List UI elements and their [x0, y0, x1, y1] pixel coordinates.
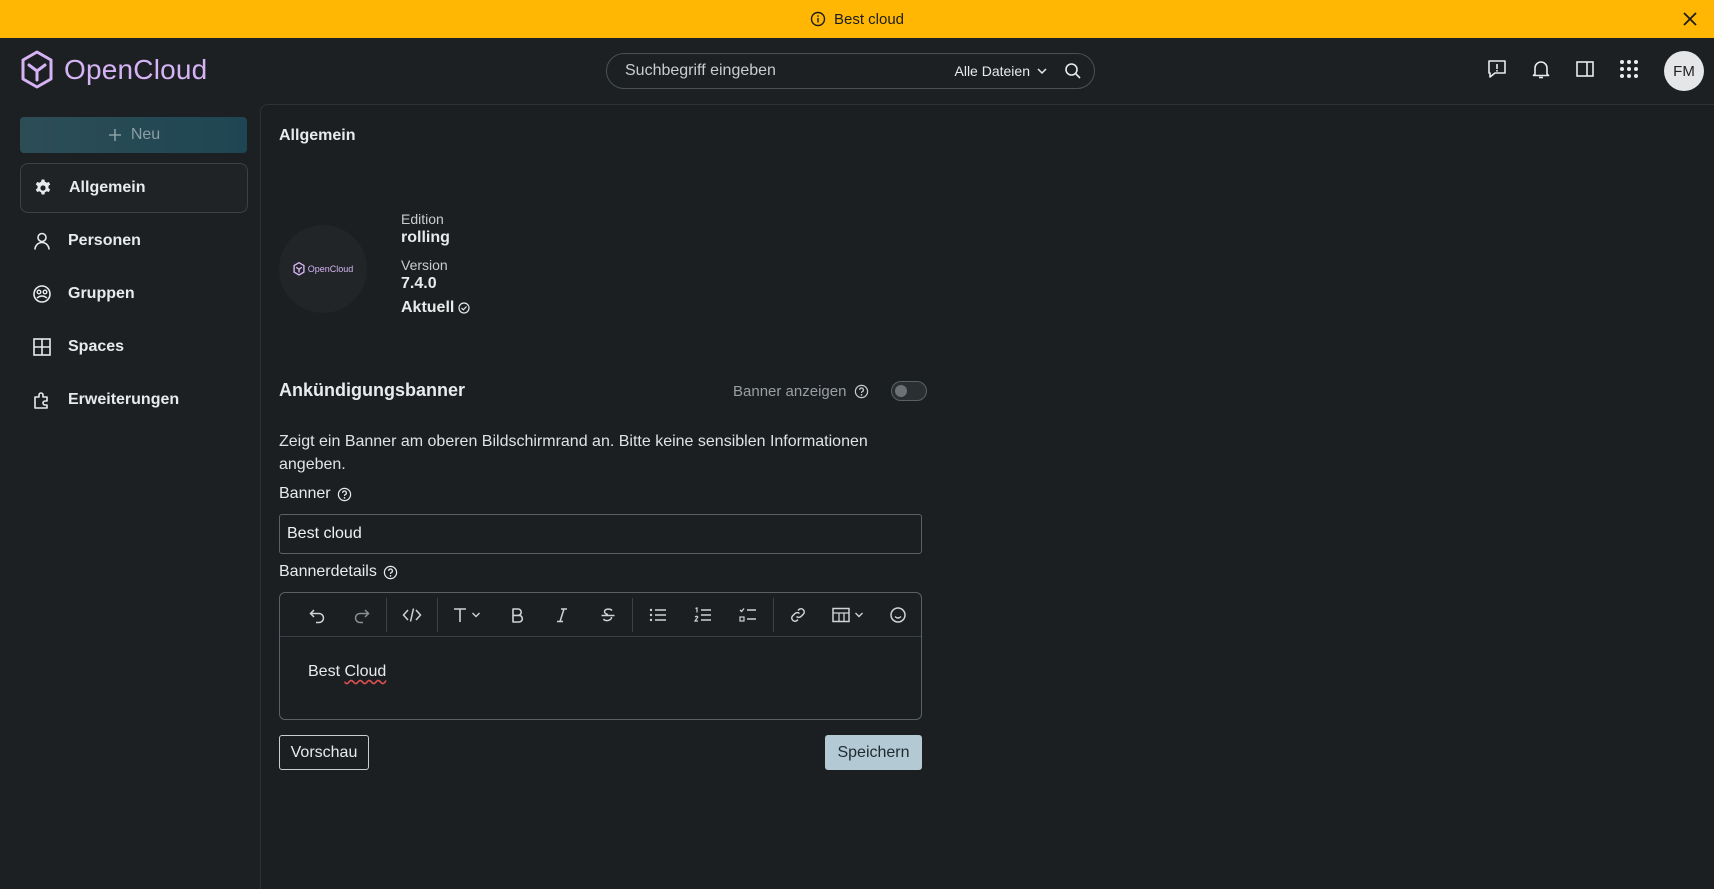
- toggle-label: Banner anzeigen: [733, 382, 847, 400]
- bell-icon[interactable]: [1530, 58, 1552, 80]
- avatar[interactable]: FM: [1664, 51, 1704, 91]
- field-label-text: Bannerdetails: [279, 563, 377, 580]
- plus-icon: [107, 127, 123, 143]
- gear-icon: [33, 178, 53, 198]
- sidebar-item-erweiterungen[interactable]: Erweiterungen: [20, 375, 248, 425]
- banner-toggle-group: Banner anzeigen: [733, 381, 928, 401]
- version-value: 7.4.0: [401, 275, 437, 292]
- logo-text: OpenCloud: [307, 264, 354, 274]
- help-icon[interactable]: [337, 487, 352, 502]
- sidebar-item-spaces[interactable]: Spaces: [20, 322, 248, 372]
- search-bar: Alle Dateien: [606, 53, 1095, 89]
- field-label-text: Banner: [279, 485, 331, 502]
- link-icon[interactable]: [776, 593, 821, 637]
- search-icon[interactable]: [1064, 62, 1082, 80]
- sidebar-item-allgemein[interactable]: Allgemein: [20, 163, 248, 213]
- editor-word: Best: [308, 663, 341, 680]
- page-title: Allgemein: [279, 127, 356, 144]
- strikethrough-icon[interactable]: [585, 593, 630, 637]
- italic-icon[interactable]: [540, 593, 585, 637]
- announcement-text: Best cloud: [833, 10, 905, 28]
- save-button[interactable]: Speichern: [825, 735, 922, 770]
- chevron-down-icon: [472, 612, 481, 617]
- announcement-banner: Best cloud: [0, 0, 1714, 38]
- sidebar-item-label: Erweiterungen: [68, 391, 180, 408]
- sidebar: Neu Allgemein Personen Gruppen Spaces Er…: [20, 117, 248, 428]
- edition-value: rolling: [401, 229, 450, 246]
- instance-logo: OpenCloud: [279, 225, 367, 313]
- search-scope-label: Alle Dateien: [954, 63, 1031, 79]
- bold-icon[interactable]: [495, 593, 540, 637]
- main-panel: Allgemein OpenCloud Edition rolling Vers…: [260, 104, 1714, 889]
- code-icon[interactable]: [389, 593, 434, 637]
- opencloud-logo-icon: [20, 50, 54, 90]
- sidebar-item-gruppen[interactable]: Gruppen: [20, 269, 248, 319]
- help-icon[interactable]: [383, 565, 398, 580]
- brand-logo[interactable]: OpenCloud: [20, 50, 207, 90]
- puzzle-icon: [32, 390, 52, 410]
- sidebar-toggle-icon[interactable]: [1574, 58, 1596, 80]
- redo-icon[interactable]: [339, 593, 384, 637]
- sidebar-item-label: Allgemein: [69, 179, 146, 196]
- check-circle-icon: [458, 302, 470, 314]
- bannerdetails-field-label: Bannerdetails: [279, 563, 398, 581]
- update-status: Aktuell: [401, 299, 470, 317]
- numbered-list-icon[interactable]: [680, 593, 725, 637]
- chevron-down-icon: [1036, 65, 1048, 77]
- new-button-label: Neu: [130, 126, 161, 143]
- status-text: Aktuell: [401, 299, 455, 316]
- preview-button[interactable]: Vorschau: [279, 735, 369, 770]
- chevron-down-icon: [855, 612, 864, 617]
- sidebar-item-label: Gruppen: [68, 285, 135, 302]
- app-header: OpenCloud Alle Dateien: [0, 38, 1714, 104]
- grid-icon: [32, 337, 52, 357]
- banner-section-title: Ankündigungsbanner: [279, 380, 465, 400]
- edition-label: Edition: [401, 211, 444, 227]
- banner-field-label: Banner: [279, 485, 352, 503]
- version-label: Version: [401, 257, 448, 273]
- text-style-dropdown[interactable]: [440, 593, 495, 637]
- search-scope-select[interactable]: Alle Dateien: [955, 63, 1049, 79]
- undo-icon[interactable]: [294, 593, 339, 637]
- bullet-list-icon[interactable]: [635, 593, 680, 637]
- sidebar-item-personen[interactable]: Personen: [20, 216, 248, 266]
- editor-content[interactable]: Best Cloud: [280, 637, 921, 707]
- sidebar-item-label: Spaces: [68, 338, 125, 355]
- banner-input[interactable]: [279, 514, 922, 554]
- new-button[interactable]: Neu: [20, 117, 247, 153]
- opencloud-logo-icon: [293, 262, 305, 276]
- help-icon[interactable]: [854, 384, 869, 399]
- user-icon: [32, 231, 52, 251]
- info-icon: [810, 11, 826, 27]
- sidebar-item-label: Personen: [68, 232, 141, 249]
- emoji-icon[interactable]: [876, 593, 921, 637]
- text-type-icon: [454, 607, 467, 622]
- task-list-icon[interactable]: [725, 593, 770, 637]
- banner-description: Zeigt ein Banner am oberen Bildschirmran…: [279, 433, 868, 473]
- brand-name: OpenCloud: [64, 54, 208, 85]
- groups-icon: [32, 284, 52, 304]
- edition-info: Edition rolling Version 7.4.0 Aktuell: [401, 211, 470, 317]
- close-icon[interactable]: [1680, 9, 1700, 29]
- sidebar-nav: Allgemein Personen Gruppen Spaces Erweit…: [20, 163, 248, 425]
- header-actions: [1486, 58, 1640, 80]
- editor-toolbar: [280, 593, 921, 637]
- feedback-icon[interactable]: [1486, 58, 1508, 80]
- app-grid-icon[interactable]: [1618, 58, 1640, 80]
- table-icon: [832, 607, 851, 622]
- search-input[interactable]: [625, 62, 955, 80]
- rich-text-editor: Best Cloud: [279, 592, 922, 720]
- misspelled-word: Cloud: [344, 663, 387, 680]
- banner-toggle-switch[interactable]: [891, 381, 928, 401]
- table-dropdown[interactable]: [821, 593, 876, 637]
